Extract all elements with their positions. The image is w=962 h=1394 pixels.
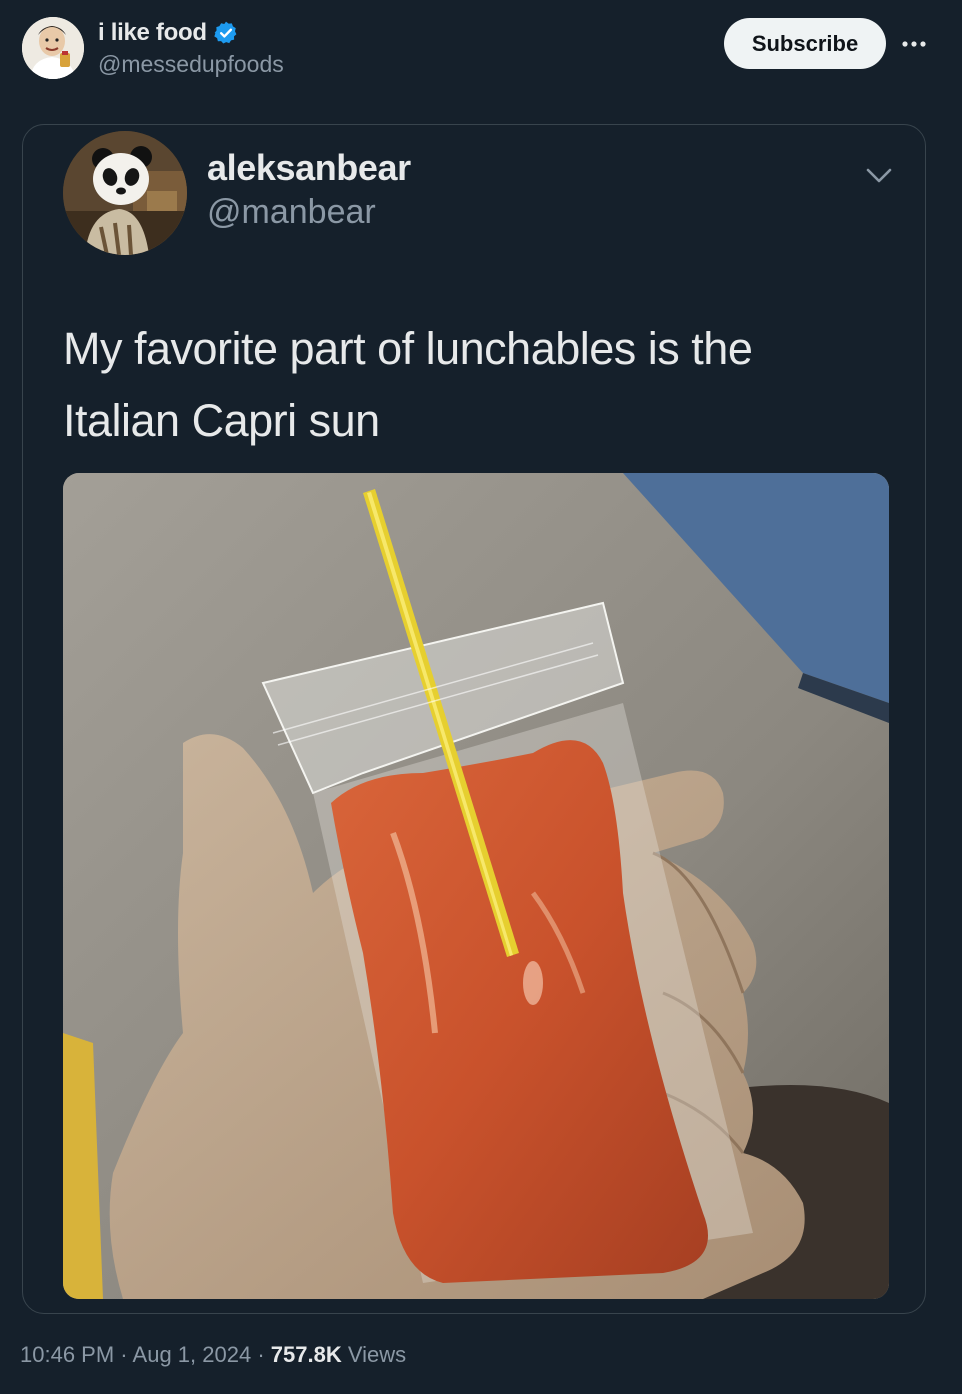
quoted-author-handle[interactable]: @manbear bbox=[207, 193, 376, 232]
author-avatar-image bbox=[22, 17, 84, 79]
tweet-date[interactable]: Aug 1, 2024 bbox=[133, 1342, 252, 1367]
sauce-packet-photo bbox=[63, 473, 889, 1299]
chevron-down-icon[interactable] bbox=[861, 157, 897, 193]
views-label: Views bbox=[347, 1342, 407, 1367]
author-name-row: i like food bbox=[98, 17, 239, 49]
verified-badge-icon bbox=[213, 20, 239, 46]
quoted-author-avatar[interactable] bbox=[63, 131, 187, 255]
author-avatar[interactable] bbox=[22, 17, 84, 79]
quoted-tweet-text-line1: My favorite part of lunchables is the bbox=[63, 323, 753, 374]
quoted-tweet-text: My favorite part of lunchables is the Ita… bbox=[63, 313, 883, 457]
more-horizontal-icon[interactable] bbox=[900, 30, 928, 58]
author-handle[interactable]: @messedupfoods bbox=[98, 51, 284, 78]
author-display-name[interactable]: i like food bbox=[98, 19, 207, 47]
views-count: 757.8K bbox=[270, 1342, 342, 1367]
quoted-tweet-card[interactable]: aleksanbear @manbear My favorite part of… bbox=[22, 124, 926, 1314]
quoted-tweet-text-line2: Italian Capri sun bbox=[63, 395, 380, 446]
tweet-meta: 10:46 PM · Aug 1, 2024 · 757.8K Views bbox=[20, 1342, 406, 1368]
quoted-tweet-photo[interactable] bbox=[63, 473, 889, 1299]
panda-avatar-image bbox=[63, 131, 187, 255]
meta-separator: · bbox=[257, 1342, 265, 1367]
meta-separator: · bbox=[120, 1342, 128, 1367]
tweet-time[interactable]: 10:46 PM bbox=[20, 1342, 114, 1367]
subscribe-button[interactable]: Subscribe bbox=[724, 18, 886, 69]
quoted-author-display-name[interactable]: aleksanbear bbox=[207, 147, 411, 189]
